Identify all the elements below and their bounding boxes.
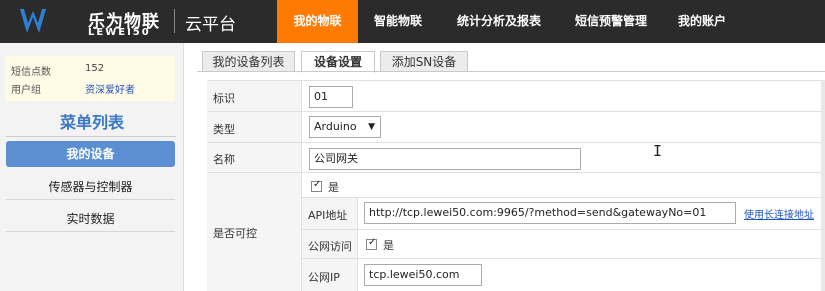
tab-device-settings[interactable]: 设备设置 [301,51,375,73]
public-access-row: 公网访问 是 [302,229,825,258]
long-connection-link[interactable]: 使用长连接地址 [744,206,814,221]
nav-sms-alert[interactable]: 短信预警管理 [560,0,662,43]
type-label-cell: 类型 [207,112,302,142]
nav-smart-iot[interactable]: 智能物联 [358,0,438,43]
tab-underline [197,71,825,72]
menu-title: 菜单列表 [59,113,124,132]
scrollbar[interactable] [821,80,825,291]
public-access-label: 公网访问 [308,240,352,253]
id-input[interactable]: 01 [309,86,353,108]
public-access-label-cell: 公网访问 [302,230,358,258]
user-group-label: 用户组 [11,85,41,96]
controllable-checkbox[interactable] [311,179,322,192]
type-label: 类型 [213,123,235,136]
controllable-checkbox-label: 是 [328,181,339,194]
api-row: API地址 http://tcp.lewei50.com:9965/?metho… [302,197,825,229]
nav-statistics[interactable]: 统计分析及报表 [438,0,560,43]
sidebar: 短信点数 152 用户组 资深爱好者 菜单列表 我的设备 传感器与控制器 实时数… [0,43,184,291]
name-label-cell: 名称 [207,143,302,172]
sms-points-label: 短信点数 [11,67,51,78]
api-label: API地址 [308,209,348,222]
device-settings-form: 标识 01 类型 Arduino ▼ 名称 公司网关 是否可控 是 API地址 … [207,80,825,291]
public-ip-row: 公网IP tcp.lewei50.com [302,258,825,291]
public-access-checkbox[interactable] [366,237,377,250]
api-url-input[interactable]: http://tcp.lewei50.com:9965/?method=send… [364,202,736,224]
menu-divider [6,136,176,137]
sidebar-item-sensors-controllers[interactable]: 传感器与控制器 [6,174,175,200]
sidebar-item-my-devices[interactable]: 我的设备 [6,141,175,167]
sms-points-value: 152 [85,63,105,74]
type-select-value: Arduino [314,120,357,133]
tab-add-sn-device[interactable]: 添加SN设备 [380,51,468,72]
chevron-down-icon: ▼ [368,122,375,132]
public-ip-label-cell: 公网IP [302,259,358,291]
form-row-controllable: 是否可控 是 API地址 http://tcp.lewei50.com:9965… [207,172,825,291]
name-label: 名称 [213,153,235,166]
controllable-label-cell: 是否可控 [207,173,302,291]
text-cursor-icon: I [653,142,663,160]
type-select[interactable]: Arduino ▼ [309,116,381,138]
api-label-cell: API地址 [302,198,358,229]
user-group-value[interactable]: 资深爱好者 [85,81,135,96]
controllable-label: 是否可控 [213,227,257,240]
nav-my-iot[interactable]: 我的物联 [277,0,358,43]
brand-divider [174,9,175,33]
brand-platform: 云平台 [185,15,236,35]
form-row-id: 标识 01 [207,80,825,111]
brand-name-en: LEWEI50 [88,27,151,38]
id-label: 标识 [213,92,235,105]
public-access-checkbox-label: 是 [383,239,394,252]
sidebar-item-realtime-data[interactable]: 实时数据 [6,206,175,232]
public-ip-input[interactable]: tcp.lewei50.com [364,264,482,286]
public-ip-label: 公网IP [308,271,340,284]
top-navbar: 乐为物联 LEWEI50 云平台 我的物联 智能物联 统计分析及报表 短信预警管… [0,0,825,43]
form-row-name: 名称 公司网关 [207,142,825,172]
lewei-logo-icon [20,9,46,33]
id-label-cell: 标识 [207,81,302,111]
name-input[interactable]: 公司网关 [309,148,581,170]
account-info-box: 短信点数 152 用户组 资深爱好者 [5,56,175,101]
tab-device-list[interactable]: 我的设备列表 [202,51,295,72]
nav-my-account[interactable]: 我的账户 [662,0,742,43]
form-row-type: 类型 Arduino ▼ [207,111,825,142]
